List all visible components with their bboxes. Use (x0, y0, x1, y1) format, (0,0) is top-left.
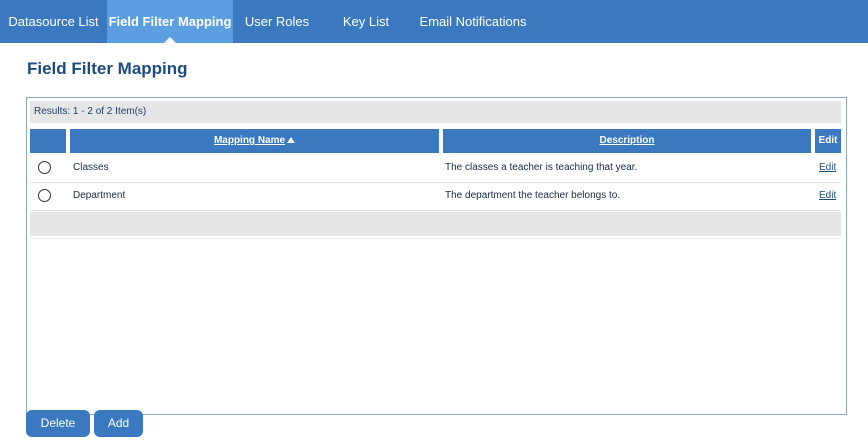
table-row: Classes The classes a teacher is teachin… (30, 154, 841, 183)
table-row: Department The department the teacher be… (30, 182, 841, 211)
sort-description-link[interactable]: Description (599, 135, 654, 146)
header-mapping-name[interactable]: Mapping Name (70, 129, 439, 153)
results-bar: Results: 1 - 2 of 2 Item(s) (30, 101, 841, 123)
tab-field-filter-mapping[interactable]: Field Filter Mapping (107, 0, 233, 43)
mapping-name-cell: Classes (73, 162, 109, 173)
grid-divider (30, 238, 841, 239)
row-select-radio[interactable] (38, 161, 51, 174)
delete-button[interactable]: Delete (26, 410, 90, 437)
page-title: Field Filter Mapping (27, 59, 188, 78)
mapping-grid: Results: 1 - 2 of 2 Item(s) Mapping Name… (26, 97, 847, 415)
tab-field-filter-mapping-label: Field Filter Mapping (108, 14, 232, 29)
tab-user-roles[interactable]: User Roles (233, 0, 321, 43)
header-description[interactable]: Description (443, 129, 811, 153)
tab-key-list[interactable]: Key List (321, 0, 411, 43)
description-cell: The classes a teacher is teaching that y… (445, 162, 638, 173)
mapping-name-cell: Department (73, 190, 126, 201)
header-select-column (30, 129, 66, 153)
results-count: Results: 1 - 2 of 2 Item(s) (34, 106, 147, 117)
sort-mapping-name-link[interactable]: Mapping Name (214, 135, 285, 146)
edit-link[interactable]: Edit (819, 190, 836, 201)
edit-link[interactable]: Edit (819, 162, 836, 173)
top-nav: Datasource List Field Filter Mapping Use… (0, 0, 868, 43)
tab-email-notifications[interactable]: Email Notifications (411, 0, 535, 43)
grid-footer-bar (30, 212, 841, 236)
active-tab-caret-icon (164, 37, 176, 43)
description-cell: The department the teacher belongs to. (445, 190, 621, 201)
tab-datasource-list[interactable]: Datasource List (0, 0, 107, 43)
row-select-radio[interactable] (38, 189, 51, 202)
add-button[interactable]: Add (94, 410, 143, 437)
header-edit: Edit (815, 129, 841, 153)
sort-ascending-icon (287, 137, 296, 143)
